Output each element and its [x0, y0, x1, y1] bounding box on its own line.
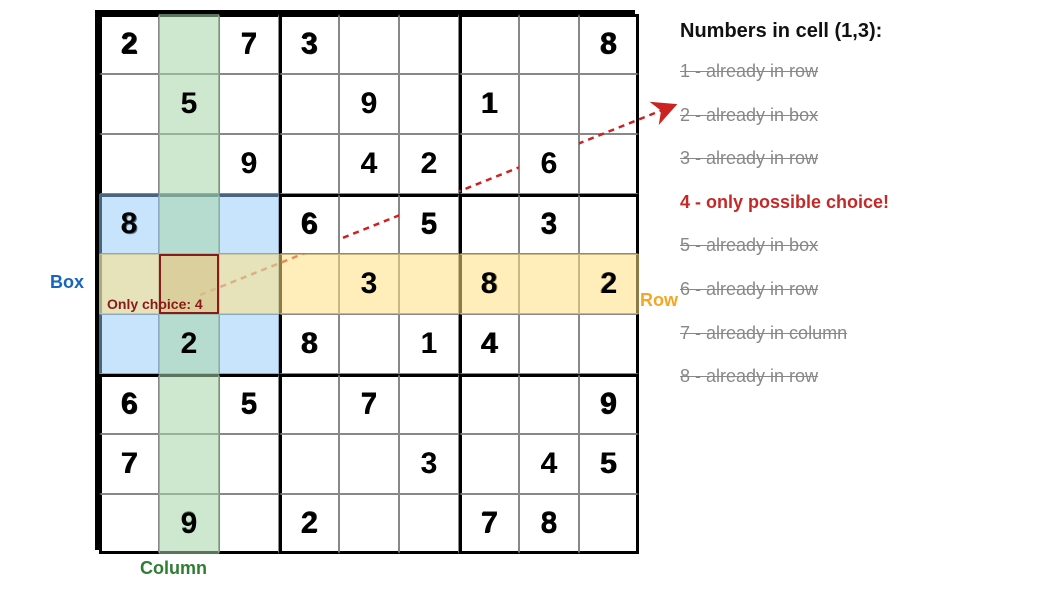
cell-value: 7	[99, 434, 159, 494]
candidate-eliminated: 6 - already in row	[680, 279, 1020, 301]
sudoku-cell	[459, 134, 519, 194]
sudoku-cell	[339, 14, 399, 74]
cell-value: 7	[339, 374, 399, 434]
cell-value: 4	[339, 134, 399, 194]
sudoku-cell	[219, 494, 279, 554]
cell-value: 2	[579, 254, 639, 314]
candidate-eliminated: 5 - already in box	[680, 235, 1020, 257]
sudoku-cell	[279, 254, 339, 314]
cell-value: 5	[399, 194, 459, 254]
cell-value: 8	[279, 314, 339, 374]
cell-value: 9	[219, 134, 279, 194]
cell-value: 8	[579, 14, 639, 74]
cell-value: 2	[279, 494, 339, 554]
candidate-eliminated: 1 - already in row	[680, 61, 1020, 83]
sudoku-cell	[279, 74, 339, 134]
candidate-panel: Numbers in cell (1,3): 1 - already in ro…	[680, 20, 1020, 410]
sudoku-cell	[579, 194, 639, 254]
cell-value: 9	[339, 74, 399, 134]
sudoku-cell	[219, 434, 279, 494]
sudoku-cell	[279, 374, 339, 434]
sudoku-cell	[579, 134, 639, 194]
sudoku-cell	[339, 494, 399, 554]
cell-value: 2	[99, 14, 159, 74]
cell-value: 7	[459, 494, 519, 554]
diagram-stage: 2738591942686533822814657973459278273859…	[0, 0, 1043, 613]
cell-value: 2	[159, 314, 219, 374]
cell-value: 3	[339, 254, 399, 314]
sudoku-cell	[399, 74, 459, 134]
sudoku-cell	[579, 74, 639, 134]
cell-value: 8	[99, 194, 159, 254]
candidate-eliminated: 2 - already in box	[680, 105, 1020, 127]
candidate-eliminated: 7 - already in column	[680, 323, 1020, 345]
cell-value: 8	[519, 494, 579, 554]
sudoku-cell	[339, 194, 399, 254]
sudoku-cell	[519, 74, 579, 134]
sudoku-cell	[459, 374, 519, 434]
cell-value: 8	[459, 254, 519, 314]
cell-value: 5	[219, 374, 279, 434]
candidate-title: Numbers in cell (1,3):	[680, 20, 1020, 43]
sudoku-cell	[159, 134, 219, 194]
cell-value: 9	[579, 374, 639, 434]
sudoku-cell	[399, 254, 459, 314]
candidate-eliminated: 3 - already in row	[680, 148, 1020, 170]
sudoku-cell	[399, 14, 459, 74]
sudoku-cell	[159, 14, 219, 74]
cell-value: 4	[459, 314, 519, 374]
cell-value: 6	[99, 374, 159, 434]
sudoku-cell	[399, 494, 459, 554]
cell-value: 2	[399, 134, 459, 194]
cell-value: 9	[159, 494, 219, 554]
row-label: Row	[640, 290, 678, 311]
box-label: Box	[50, 272, 84, 293]
sudoku-cell	[579, 314, 639, 374]
sudoku-cell	[219, 194, 279, 254]
sudoku-cell	[579, 494, 639, 554]
cell-value: 3	[519, 194, 579, 254]
sudoku-cell	[99, 74, 159, 134]
sudoku-cell	[219, 254, 279, 314]
sudoku-cell	[519, 254, 579, 314]
candidate-winner: 4 - only possible choice!	[680, 192, 1020, 214]
sudoku-cell	[159, 374, 219, 434]
only-choice-annotation: Only choice: 4	[107, 296, 203, 312]
sudoku-cell	[279, 134, 339, 194]
sudoku-cell	[339, 434, 399, 494]
cell-value: 5	[159, 74, 219, 134]
cell-value: 6	[279, 194, 339, 254]
sudoku-grid: 2738591942686533822814657973459278273859…	[95, 10, 635, 550]
sudoku-cell	[279, 434, 339, 494]
sudoku-cell	[99, 314, 159, 374]
cell-value: 5	[579, 434, 639, 494]
sudoku-cell	[159, 194, 219, 254]
sudoku-cell	[459, 434, 519, 494]
sudoku-grid-container: 2738591942686533822814657973459278273859…	[95, 10, 635, 550]
sudoku-cell	[339, 314, 399, 374]
cell-value: 3	[279, 14, 339, 74]
sudoku-cell	[99, 494, 159, 554]
cell-value: 3	[399, 434, 459, 494]
sudoku-cell	[159, 434, 219, 494]
column-label: Column	[140, 558, 207, 579]
cell-value: 4	[519, 434, 579, 494]
candidate-eliminated: 8 - already in row	[680, 366, 1020, 388]
sudoku-cell	[219, 314, 279, 374]
sudoku-cell	[459, 194, 519, 254]
sudoku-cell	[519, 314, 579, 374]
sudoku-cell	[519, 14, 579, 74]
cell-value: 1	[399, 314, 459, 374]
sudoku-cell	[519, 374, 579, 434]
cell-value: 6	[519, 134, 579, 194]
cell-value: 7	[219, 14, 279, 74]
candidate-list: 1 - already in row 2 - already in box 3 - …	[680, 61, 1020, 388]
sudoku-cell	[219, 74, 279, 134]
sudoku-cell	[459, 14, 519, 74]
cell-value: 1	[459, 74, 519, 134]
sudoku-cell	[399, 374, 459, 434]
sudoku-cell	[99, 134, 159, 194]
